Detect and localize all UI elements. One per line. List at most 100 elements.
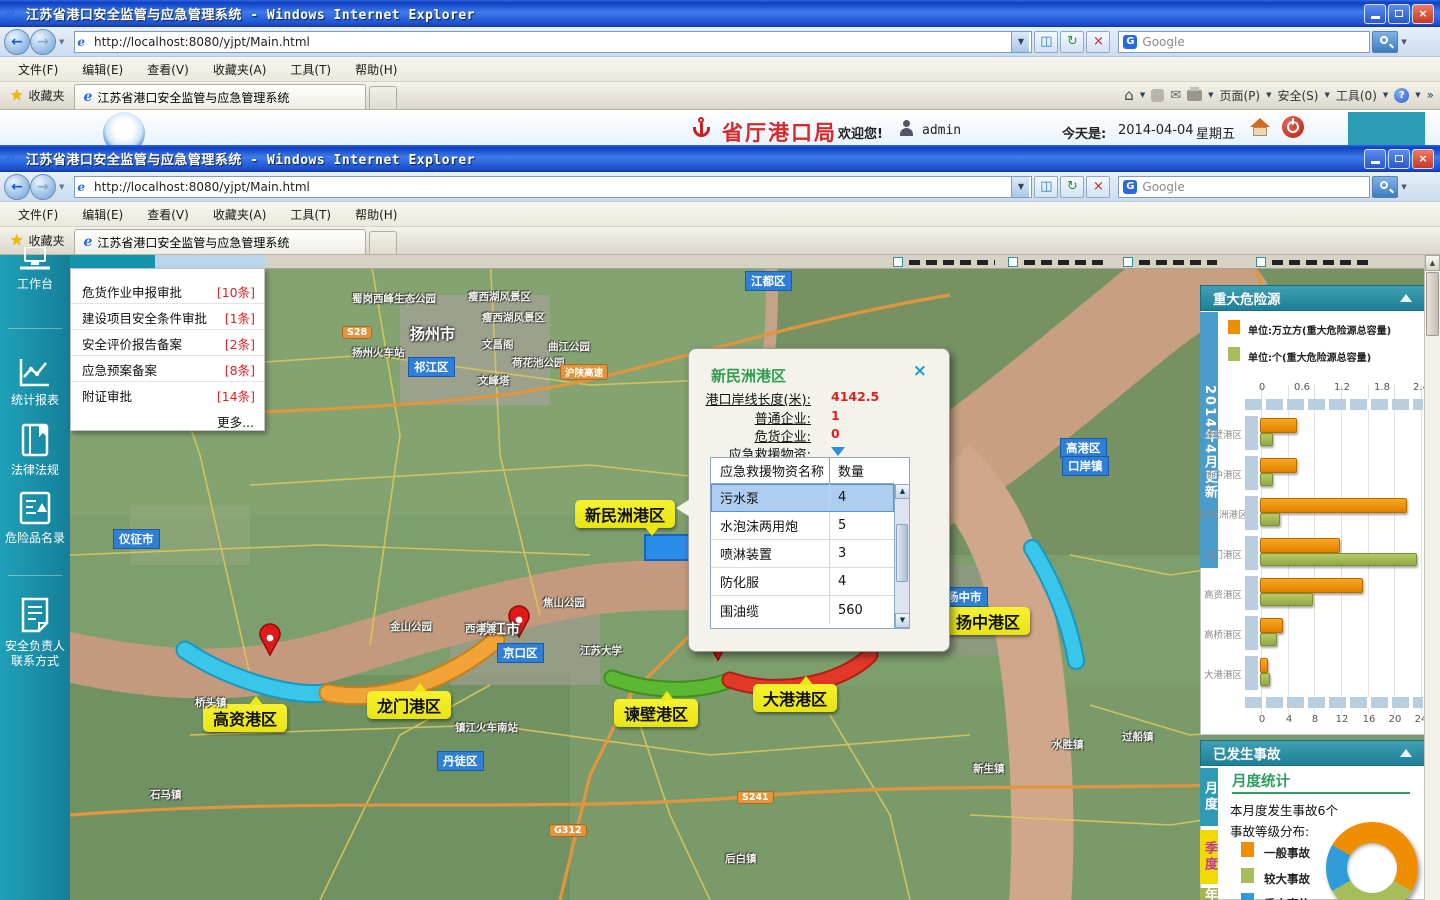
hazard-bar-capacity[interactable] — [1260, 538, 1340, 553]
page-menu[interactable]: 页面(P) — [1220, 87, 1261, 104]
compatibility-button[interactable]: ◫ — [1034, 31, 1058, 53]
maximize-button[interactable] — [1388, 149, 1410, 169]
port-label-yangzhong[interactable]: 扬中港区 — [946, 607, 1030, 635]
hazard-bar-capacity[interactable] — [1260, 658, 1268, 673]
sidebar-item-statistics[interactable]: 统计报表 — [0, 355, 70, 408]
menu-help[interactable]: 帮助(H) — [343, 58, 409, 81]
address-dropdown-icon[interactable]: ▼ — [1011, 32, 1029, 52]
tab-yearly[interactable]: 年度 — [1200, 888, 1218, 900]
menu-help[interactable]: 帮助(H) — [343, 203, 409, 226]
layer-checkbox[interactable] — [1123, 257, 1133, 267]
favorites-button[interactable]: ★ 收藏夹 — [0, 81, 74, 109]
forward-button[interactable]: → — [30, 29, 56, 55]
search-input[interactable]: G Google — [1118, 176, 1370, 198]
hazard-bar-count[interactable] — [1260, 673, 1270, 686]
stop-button[interactable]: × — [1086, 176, 1110, 198]
refresh-button[interactable]: ↻ — [1060, 176, 1084, 198]
back-button[interactable]: ← — [4, 29, 30, 55]
sidebar-item-safety-contacts[interactable]: 安全负责人 联系方式 — [0, 597, 70, 669]
tools-menu[interactable]: 工具(0) — [1336, 87, 1377, 104]
sidebar-item-dangerous-goods[interactable]: 危险品名录 — [0, 491, 70, 546]
hazard-bar-count[interactable] — [1260, 513, 1280, 526]
table-row[interactable]: 水泡沫两用炮5 — [711, 512, 894, 540]
quickmenu-tab-active[interactable] — [70, 255, 155, 268]
table-scrollbar[interactable]: ▲ ▼ — [894, 484, 909, 628]
table-row[interactable]: 防化服4 — [711, 568, 894, 596]
table-row[interactable]: 污水泵4 — [711, 484, 894, 512]
outer-titlebar[interactable]: e 江苏省港口安全监管与应急管理系统 - Windows Internet Ex… — [0, 0, 1440, 27]
close-button[interactable]: × — [1412, 4, 1434, 24]
maximize-button[interactable] — [1388, 4, 1410, 24]
search-button[interactable] — [1372, 31, 1398, 53]
nav-dropdown-icon[interactable]: ▼ — [59, 183, 64, 191]
menu-edit[interactable]: 编辑(E) — [70, 58, 135, 81]
menu-tools[interactable]: 工具(T) — [278, 203, 343, 226]
quickmenu-item[interactable]: 应急预案备案[8条] — [71, 357, 264, 382]
new-tab-stub[interactable] — [369, 86, 397, 109]
chevron-overflow-icon[interactable]: » — [1427, 88, 1434, 102]
quickmenu-more-link[interactable]: 更多... — [217, 412, 254, 431]
menu-favorites[interactable]: 收藏夹(A) — [201, 203, 279, 226]
help-icon[interactable]: ? — [1394, 88, 1409, 103]
logout-power-icon[interactable] — [1282, 116, 1304, 138]
hazard-bar-count[interactable] — [1260, 593, 1313, 606]
hazard-bar-capacity[interactable] — [1260, 618, 1283, 633]
menu-tools[interactable]: 工具(T) — [278, 58, 343, 81]
safety-menu[interactable]: 安全(S) — [1278, 87, 1319, 104]
port-label-xinminzhou[interactable]: 新民洲港区 — [575, 500, 675, 528]
mail-icon[interactable]: ✉ — [1170, 88, 1181, 103]
quickmenu-item[interactable]: 附证审批[14条] — [71, 383, 264, 408]
hazard-bar-capacity[interactable] — [1260, 458, 1297, 473]
home-shortcut-icon[interactable] — [1250, 118, 1270, 140]
menu-file[interactable]: 文件(F) — [6, 58, 70, 81]
menu-view[interactable]: 查看(V) — [135, 203, 201, 226]
accident-panel-header[interactable]: 已发生事故 — [1200, 740, 1425, 766]
search-input[interactable]: G Google — [1118, 31, 1370, 53]
forward-button[interactable]: → — [30, 174, 56, 200]
menu-favorites[interactable]: 收藏夹(A) — [201, 58, 279, 81]
sidebar-item-workbench[interactable]: 工作台 — [0, 247, 70, 292]
tab-quarterly[interactable]: 季度 — [1200, 830, 1218, 884]
popup-close-icon[interactable]: × — [913, 361, 927, 381]
quickmenu-item[interactable]: 安全评价报告备案[2条] — [71, 331, 264, 356]
collapse-icon[interactable] — [1400, 294, 1412, 302]
search-dropdown-icon[interactable]: ▼ — [1401, 38, 1406, 46]
quickmenu-item[interactable]: 危货作业申报审批[10条] — [71, 279, 264, 304]
minimize-button[interactable] — [1364, 149, 1386, 169]
new-tab-stub[interactable] — [369, 231, 397, 254]
address-dropdown-icon[interactable]: ▼ — [1011, 177, 1029, 197]
minimize-button[interactable] — [1364, 4, 1386, 24]
hazard-bar-count[interactable] — [1260, 553, 1417, 566]
materials-dropdown-icon[interactable] — [831, 447, 845, 456]
hazard-bar-capacity[interactable] — [1260, 578, 1363, 593]
quickmenu-tab-inactive[interactable] — [155, 255, 265, 268]
collapse-icon[interactable] — [1400, 749, 1412, 757]
hazard-panel-header[interactable]: 重大危险源 — [1200, 285, 1425, 311]
table-row[interactable]: 围油缆560 — [711, 596, 894, 624]
refresh-button[interactable]: ↻ — [1060, 31, 1084, 53]
browser-scrollbar[interactable]: ▲ — [1424, 255, 1440, 900]
hazard-bar-capacity[interactable] — [1260, 418, 1297, 433]
address-input[interactable]: e http://localhost:8080/yjpt/Main.html ▼ — [74, 176, 1032, 198]
port-label-dagang[interactable]: 大港港区 — [753, 684, 837, 712]
menu-view[interactable]: 查看(V) — [135, 58, 201, 81]
tab-monthly[interactable]: 月度 — [1200, 768, 1218, 826]
menu-edit[interactable]: 编辑(E) — [70, 203, 135, 226]
hazard-bar-count[interactable] — [1260, 433, 1273, 446]
search-dropdown-icon[interactable]: ▼ — [1401, 183, 1406, 191]
sidebar-item-laws[interactable]: 法律法规 — [0, 423, 70, 478]
scroll-up-icon[interactable]: ▲ — [895, 484, 910, 499]
port-label-longmen[interactable]: 龙门港区 — [367, 691, 451, 719]
table-row[interactable]: 喷淋装置3 — [711, 540, 894, 568]
layer-checkbox[interactable] — [1256, 257, 1266, 267]
search-button[interactable] — [1372, 176, 1398, 198]
port-label-jianbi[interactable]: 谏壁港区 — [614, 699, 698, 727]
hazard-bar-capacity[interactable] — [1260, 498, 1407, 513]
compatibility-button[interactable]: ◫ — [1034, 176, 1058, 198]
scroll-thumb[interactable] — [1426, 272, 1439, 336]
layer-checkbox[interactable] — [1008, 257, 1018, 267]
stop-button[interactable]: × — [1086, 31, 1110, 53]
nav-dropdown-icon[interactable]: ▼ — [59, 38, 64, 46]
inner-titlebar[interactable]: e 江苏省港口安全监管与应急管理系统 - Windows Internet Ex… — [0, 145, 1440, 172]
address-input[interactable]: e http://localhost:8080/yjpt/Main.html ▼ — [74, 31, 1032, 53]
